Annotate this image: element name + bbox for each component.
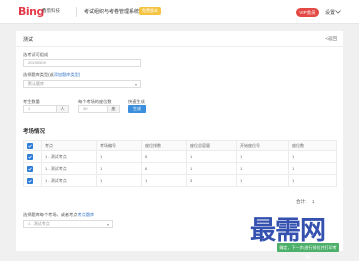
row-checkbox[interactable] xyxy=(23,174,42,187)
column-header: 考场编号 xyxy=(96,140,142,151)
select-all-checkbox[interactable] xyxy=(23,140,42,151)
site-cell: 1 - 测试考点 xyxy=(41,150,97,163)
total-value: 1 xyxy=(312,199,315,204)
settings-menu[interactable]: 设置 xyxy=(325,9,335,16)
capacity-cell[interactable]: 1 xyxy=(186,162,237,175)
student-count-unit: 人 xyxy=(57,105,69,113)
add-bank-link[interactable]: 添加题库类型) xyxy=(54,72,81,77)
table-row: 1 - 测试考点 1 8 1 1 1 xyxy=(23,150,337,163)
divider xyxy=(76,7,77,17)
capacity-cell[interactable]: 1 xyxy=(186,150,237,163)
version-badge: 免费版本 xyxy=(139,7,161,15)
seats-per-room-unit: 座 xyxy=(108,105,120,113)
exam-id-value: 20190509 xyxy=(28,60,46,65)
chevron-down-icon: ▾ xyxy=(106,222,109,227)
exam-id-input[interactable]: 20190509 xyxy=(23,59,141,67)
rows-cell[interactable]: 6 xyxy=(141,162,187,175)
seat-count-cell: 1 xyxy=(288,162,337,175)
rows-cell[interactable]: 8 xyxy=(141,150,187,163)
rows-cell[interactable]: 1 xyxy=(141,174,187,187)
column-header: 考点 xyxy=(41,140,97,151)
room-number-cell[interactable]: 1 xyxy=(96,162,142,175)
return-link[interactable]: <返回 xyxy=(325,36,337,42)
room-number-cell[interactable]: 1 xyxy=(96,150,142,163)
site-select[interactable]: 1 - 测试考点 ▾ xyxy=(23,220,113,228)
app-logo[interactable]: Bing xyxy=(18,6,44,17)
logo-subtitle: 鑫借科技 xyxy=(42,8,60,13)
table-row: 1 - 测试考点 1 6 1 1 1 xyxy=(23,162,337,175)
vip-button[interactable]: VIP会员 xyxy=(296,8,319,17)
card-header: 测试 <返回 xyxy=(16,31,343,47)
room-number-cell[interactable]: 1 xyxy=(96,174,142,187)
question-bank-label: 选择题库类型(或添加题库类型) xyxy=(23,72,81,77)
question-bank-select[interactable]: 默认题库 ▾ xyxy=(23,80,141,88)
section-title: 考场情况 xyxy=(23,129,46,135)
table-row: 1 - 测试考点 1 1 3 1 1 xyxy=(23,174,337,187)
column-header: 座位数 xyxy=(288,140,337,151)
site-bank-link[interactable]: 考点题库 xyxy=(77,212,94,217)
generate-button[interactable]: 生成 xyxy=(128,105,146,113)
column-header: 座位排数 xyxy=(141,140,187,151)
table-header-row: 考点 考场编号 座位排数 座位总容量 开始座位号 座位数 xyxy=(23,140,337,151)
card-title: 测试 xyxy=(23,37,34,43)
question-bank-value: 默认题库 xyxy=(28,81,44,86)
start-seat-cell[interactable]: 1 xyxy=(236,162,289,175)
app-title: 考试组织与考卷管理系统 V3 xyxy=(84,9,147,15)
seat-count-cell: 1 xyxy=(288,174,337,187)
bottom-label: 选择题库每个考场，或者考点考点题库 xyxy=(23,212,95,217)
capacity-cell[interactable]: 3 xyxy=(186,174,237,187)
start-seat-cell[interactable]: 1 xyxy=(236,174,289,187)
total-label: 合计: xyxy=(296,199,307,204)
column-header: 座位总容量 xyxy=(186,140,237,151)
row-checkbox[interactable] xyxy=(23,162,42,175)
chevron-down-icon: ▾ xyxy=(134,82,137,87)
row-checkbox[interactable] xyxy=(23,150,42,163)
student-count-input[interactable]: 1 xyxy=(23,105,57,113)
chevron-down-icon[interactable] xyxy=(335,10,341,14)
room-table: 考点 考场编号 座位排数 座位总容量 开始座位号 座位数 1 - 测试考点 1 … xyxy=(23,140,337,187)
start-seat-cell[interactable]: 1 xyxy=(236,150,289,163)
site-cell: 1 - 测试考点 xyxy=(41,162,97,175)
top-bar: Bing 鑫借科技 考试组织与考卷管理系统 V3 免费版本 VIP会员 设置 xyxy=(0,0,359,24)
watermark-logo: 最需网 xyxy=(250,216,326,246)
site-cell: 1 - 测试考点 xyxy=(41,174,97,187)
seats-per-room-input[interactable]: 30 xyxy=(78,105,108,113)
seat-count-cell: 1 xyxy=(288,150,337,163)
exam-id-label: 选考试可组成 xyxy=(23,52,49,57)
column-header: 开始座位号 xyxy=(236,140,289,151)
